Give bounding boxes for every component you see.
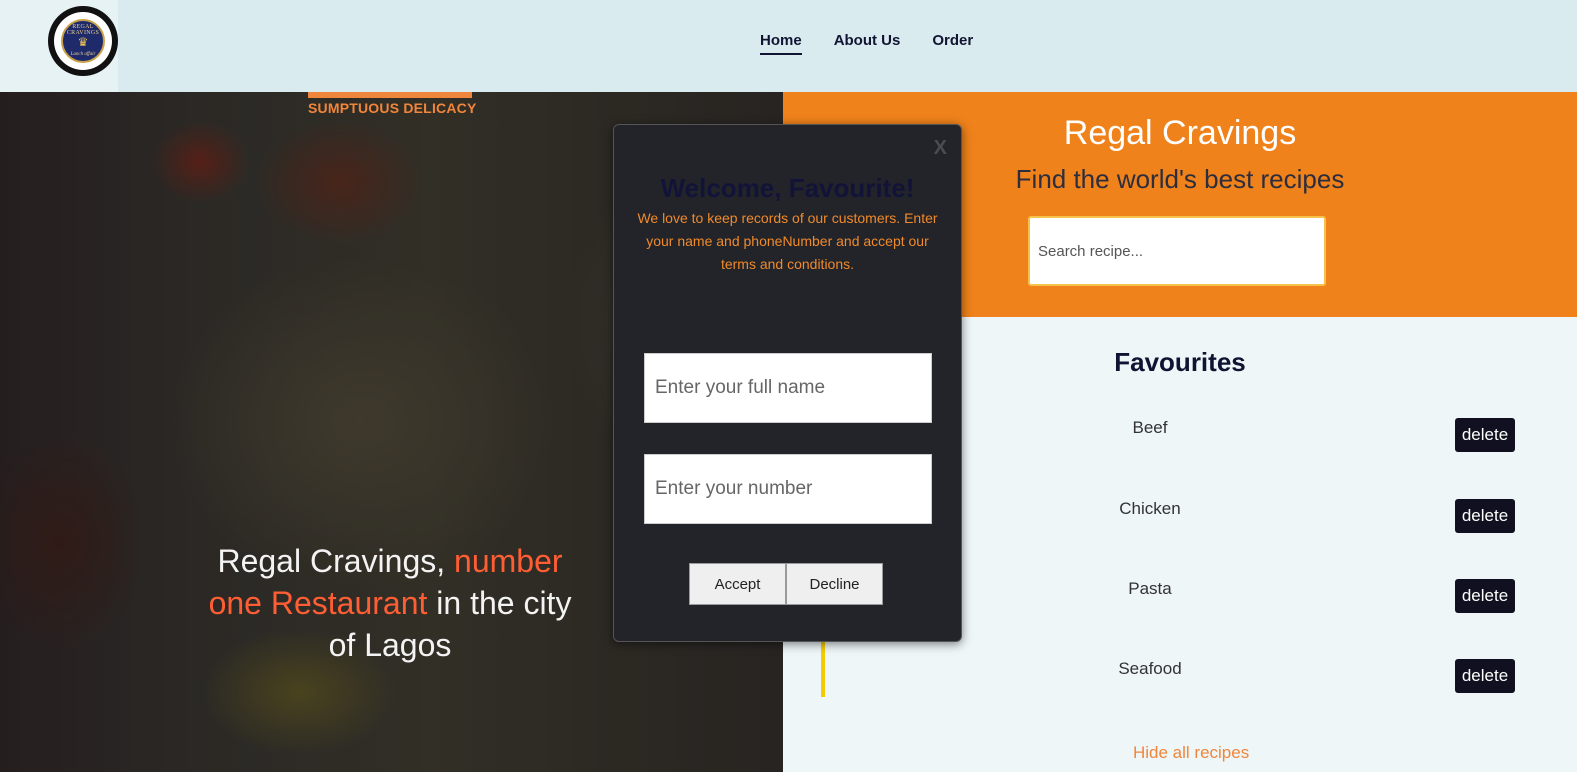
favourite-name: Pasta (1128, 579, 1172, 598)
nav-order[interactable]: Order (932, 32, 973, 55)
accept-button[interactable]: Accept (689, 563, 786, 605)
favourite-name: Beef (1132, 418, 1168, 437)
delete-button[interactable]: delete (1455, 579, 1515, 613)
hero-accent-bar (308, 92, 472, 98)
hero-text-part1: Regal Cravings, (217, 543, 455, 579)
decline-button[interactable]: Decline (786, 563, 883, 605)
phone-number-input[interactable] (644, 454, 932, 524)
logo[interactable]: REGAL CRAVINGS ♛ Lunch affair (48, 6, 118, 76)
hero-headline: Regal Cravings, number one Restaurant in… (200, 540, 580, 666)
nav-home[interactable]: Home (760, 32, 802, 55)
modal-description: We love to keep records of our customers… (637, 210, 938, 272)
delete-button[interactable]: delete (1455, 418, 1515, 452)
logo-text-top: REGAL CRAVINGS (66, 24, 100, 36)
logo-text-bottom: Lunch affair (70, 52, 96, 57)
logo-container: REGAL CRAVINGS ♛ Lunch affair (0, 0, 118, 92)
favourite-name: Seafood (1118, 659, 1182, 678)
site-header: REGAL CRAVINGS ♛ Lunch affair Home About… (0, 0, 1577, 92)
main-nav: Home About Us Order (760, 32, 973, 55)
list-item: Seafood delete (783, 659, 1577, 699)
favourite-name: Chicken (1119, 499, 1181, 518)
delete-button[interactable]: delete (1455, 499, 1515, 533)
hide-all-recipes-link[interactable]: Hide all recipes (1133, 743, 1249, 763)
nav-about-us[interactable]: About Us (834, 32, 901, 55)
close-icon[interactable]: X (934, 137, 947, 160)
hero-tag: SUMPTUOUS DELICACY (308, 100, 477, 116)
crown-icon: ♛ (77, 34, 89, 49)
welcome-modal: X Welcome, Favourite! We love to keep re… (613, 124, 962, 642)
modal-title: Welcome, Favourite! (660, 173, 915, 203)
search-input[interactable] (1028, 216, 1326, 286)
full-name-input[interactable] (644, 353, 932, 423)
delete-button[interactable]: delete (1455, 659, 1515, 693)
accent-line (821, 637, 825, 697)
